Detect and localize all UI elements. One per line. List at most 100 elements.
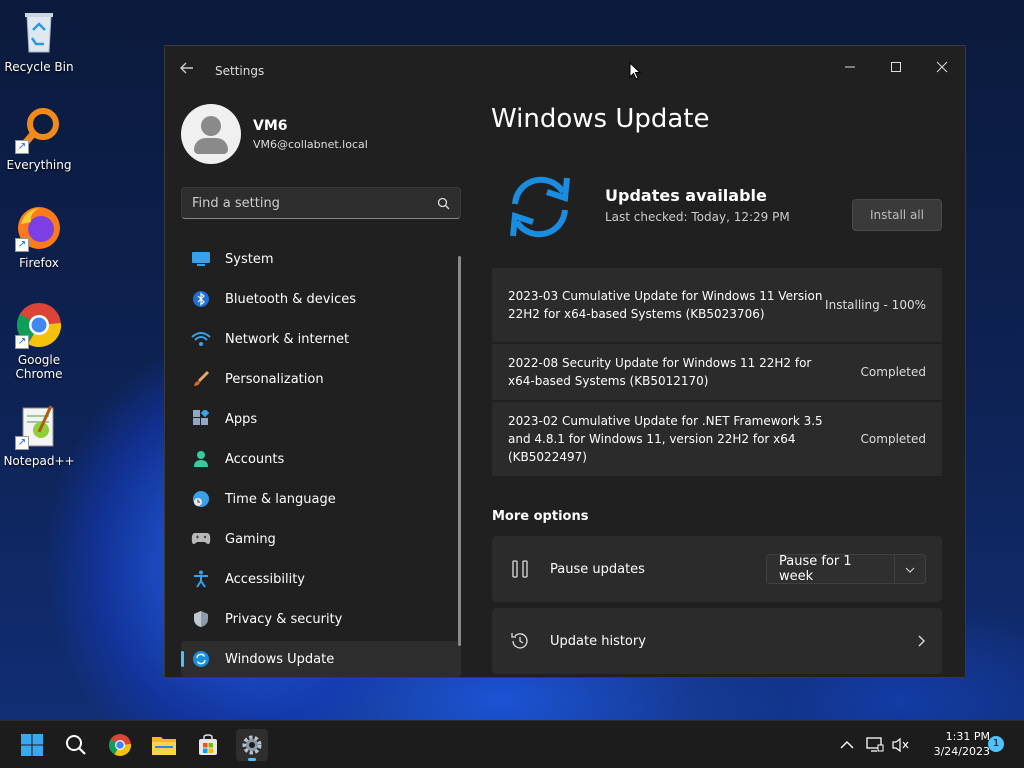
monitor-network-icon: [866, 737, 884, 752]
notification-badge[interactable]: 1: [988, 736, 1004, 752]
nav-list: System Bluetooth & devices Network & int…: [181, 241, 461, 677]
maximize-button[interactable]: [873, 52, 919, 82]
desktop-icon-firefox[interactable]: ↗ Firefox: [4, 204, 74, 270]
update-name: 2023-02 Cumulative Update for .NET Frame…: [508, 414, 823, 464]
search-input[interactable]: [192, 195, 437, 211]
nav-item-label: Bluetooth & devices: [225, 291, 356, 307]
desktop-icon-notepadpp[interactable]: ↗ Notepad++: [3, 402, 75, 468]
more-options-heading: More options: [492, 509, 589, 524]
page-title: Windows Update: [491, 104, 710, 134]
update-list: 2023-03 Cumulative Update for Windows 11…: [492, 268, 942, 478]
volume-muted-icon: [892, 737, 909, 753]
nav-item-label: Accounts: [225, 451, 285, 467]
window-title: Settings: [215, 64, 265, 78]
settings-window: Settings VM6 VM6@collabnet.local System: [164, 45, 966, 678]
system-icon: [191, 249, 211, 269]
notepadpp-icon: ↗: [15, 402, 63, 450]
nav-item-system[interactable]: System: [181, 241, 461, 277]
update-item: 2023-03 Cumulative Update for Windows 11…: [492, 268, 942, 342]
profile-name: VM6: [253, 117, 288, 134]
nav-item-accessibility[interactable]: Accessibility: [181, 561, 461, 597]
nav-item-apps[interactable]: Apps: [181, 401, 461, 437]
search-icon: [66, 735, 86, 755]
update-status: Installing - 100%: [825, 298, 926, 312]
network-tray-icon[interactable]: [866, 721, 884, 768]
avatar: [181, 104, 241, 164]
nav-item-bluetooth[interactable]: Bluetooth & devices: [181, 281, 461, 317]
nav-item-accounts[interactable]: Accounts: [181, 441, 461, 477]
chevron-right-icon: [918, 632, 926, 651]
show-hidden-icons-button[interactable]: [840, 721, 854, 768]
search-icon[interactable]: [437, 197, 450, 210]
close-button[interactable]: [919, 52, 965, 82]
taskbar-search-button[interactable]: [60, 729, 92, 761]
chrome-icon: [109, 734, 132, 757]
update-history-label: Update history: [550, 633, 646, 649]
globe-icon: [191, 489, 211, 509]
nav-item-network[interactable]: Network & internet: [181, 321, 461, 357]
taskbar-store[interactable]: [192, 729, 224, 761]
brush-icon: [191, 369, 211, 389]
taskbar-file-explorer[interactable]: [148, 729, 180, 761]
nav-item-label: Personalization: [225, 371, 324, 387]
taskbar-chrome[interactable]: [104, 729, 136, 761]
update-item: 2022-08 Security Update for Windows 11 2…: [492, 344, 942, 400]
back-button[interactable]: [179, 60, 199, 80]
shortcut-arrow-icon: ↗: [15, 436, 29, 450]
taskbar-clock[interactable]: 1:31 PM 3/24/2023: [920, 729, 990, 759]
update-status: Completed: [860, 432, 926, 446]
minimize-icon: [845, 66, 855, 68]
update-name: 2022-08 Security Update for Windows 11 2…: [508, 356, 812, 388]
pause-updates-row: Pause updates Pause for 1 week: [492, 536, 942, 602]
accessibility-icon: [191, 569, 211, 589]
start-button[interactable]: [16, 729, 48, 761]
nav-item-time-language[interactable]: Time & language: [181, 481, 461, 517]
folder-icon: [152, 737, 176, 755]
pause-duration-value: Pause for 1 week: [779, 554, 852, 584]
nav-item-label: Time & language: [225, 491, 336, 507]
desktop-icon-label: Firefox: [19, 256, 59, 270]
pause-updates-label: Pause updates: [550, 561, 645, 577]
nav-item-label: Windows Update: [225, 651, 335, 667]
update-history-row[interactable]: Update history: [492, 608, 942, 674]
desktop-icon-everything[interactable]: ↗ Everything: [4, 106, 74, 172]
nav-item-label: Privacy & security: [225, 611, 343, 627]
desktop-icon-recycle-bin[interactable]: Recycle Bin: [4, 8, 74, 74]
shortcut-arrow-icon: ↗: [15, 140, 29, 154]
everything-icon: ↗: [15, 106, 63, 154]
desktop-icon-label: Notepad++: [3, 454, 75, 468]
title-bar[interactable]: Settings: [165, 46, 965, 96]
status-title: Updates available: [605, 186, 767, 205]
nav-item-label: Network & internet: [225, 331, 350, 347]
nav-scrollbar[interactable]: [458, 256, 461, 646]
bluetooth-icon: [191, 289, 211, 309]
update-name: 2023-03 Cumulative Update for Windows 11…: [508, 289, 823, 321]
taskbar: 1:31 PM 3/24/2023: [0, 720, 1024, 768]
nav-item-privacy-security[interactable]: Privacy & security: [181, 601, 461, 637]
profile-email: VM6@collabnet.local: [253, 137, 368, 151]
nav-item-label: Accessibility: [225, 571, 305, 587]
desktop-icon-label: Everything: [6, 158, 72, 172]
store-icon: [199, 734, 217, 755]
clock-time: 1:31 PM: [945, 730, 990, 743]
chevron-up-icon: [840, 741, 854, 749]
minimize-button[interactable]: [827, 52, 873, 82]
pause-duration-dropdown[interactable]: Pause for 1 week: [766, 554, 926, 584]
nav-item-windows-update[interactable]: Windows Update: [181, 641, 461, 677]
taskbar-settings[interactable]: [236, 729, 268, 761]
maximize-icon: [891, 62, 901, 72]
desktop-icon-google-chrome[interactable]: ↗ Google Chrome: [4, 301, 74, 381]
chrome-icon: ↗: [15, 301, 63, 349]
last-checked-text: Last checked: Today, 12:29 PM: [605, 210, 790, 224]
user-profile[interactable]: VM6 VM6@collabnet.local: [181, 104, 368, 164]
shield-icon: [191, 609, 211, 629]
search-box[interactable]: [181, 187, 461, 219]
nav-item-personalization[interactable]: Personalization: [181, 361, 461, 397]
install-all-button[interactable]: Install all: [852, 199, 942, 231]
gear-icon: [242, 735, 262, 755]
nav-item-gaming[interactable]: Gaming: [181, 521, 461, 557]
desktop-icon-label: Google Chrome: [15, 353, 63, 381]
recycle-bin-icon: [15, 8, 63, 56]
history-icon: [508, 629, 532, 653]
volume-tray-icon[interactable]: [892, 721, 910, 768]
